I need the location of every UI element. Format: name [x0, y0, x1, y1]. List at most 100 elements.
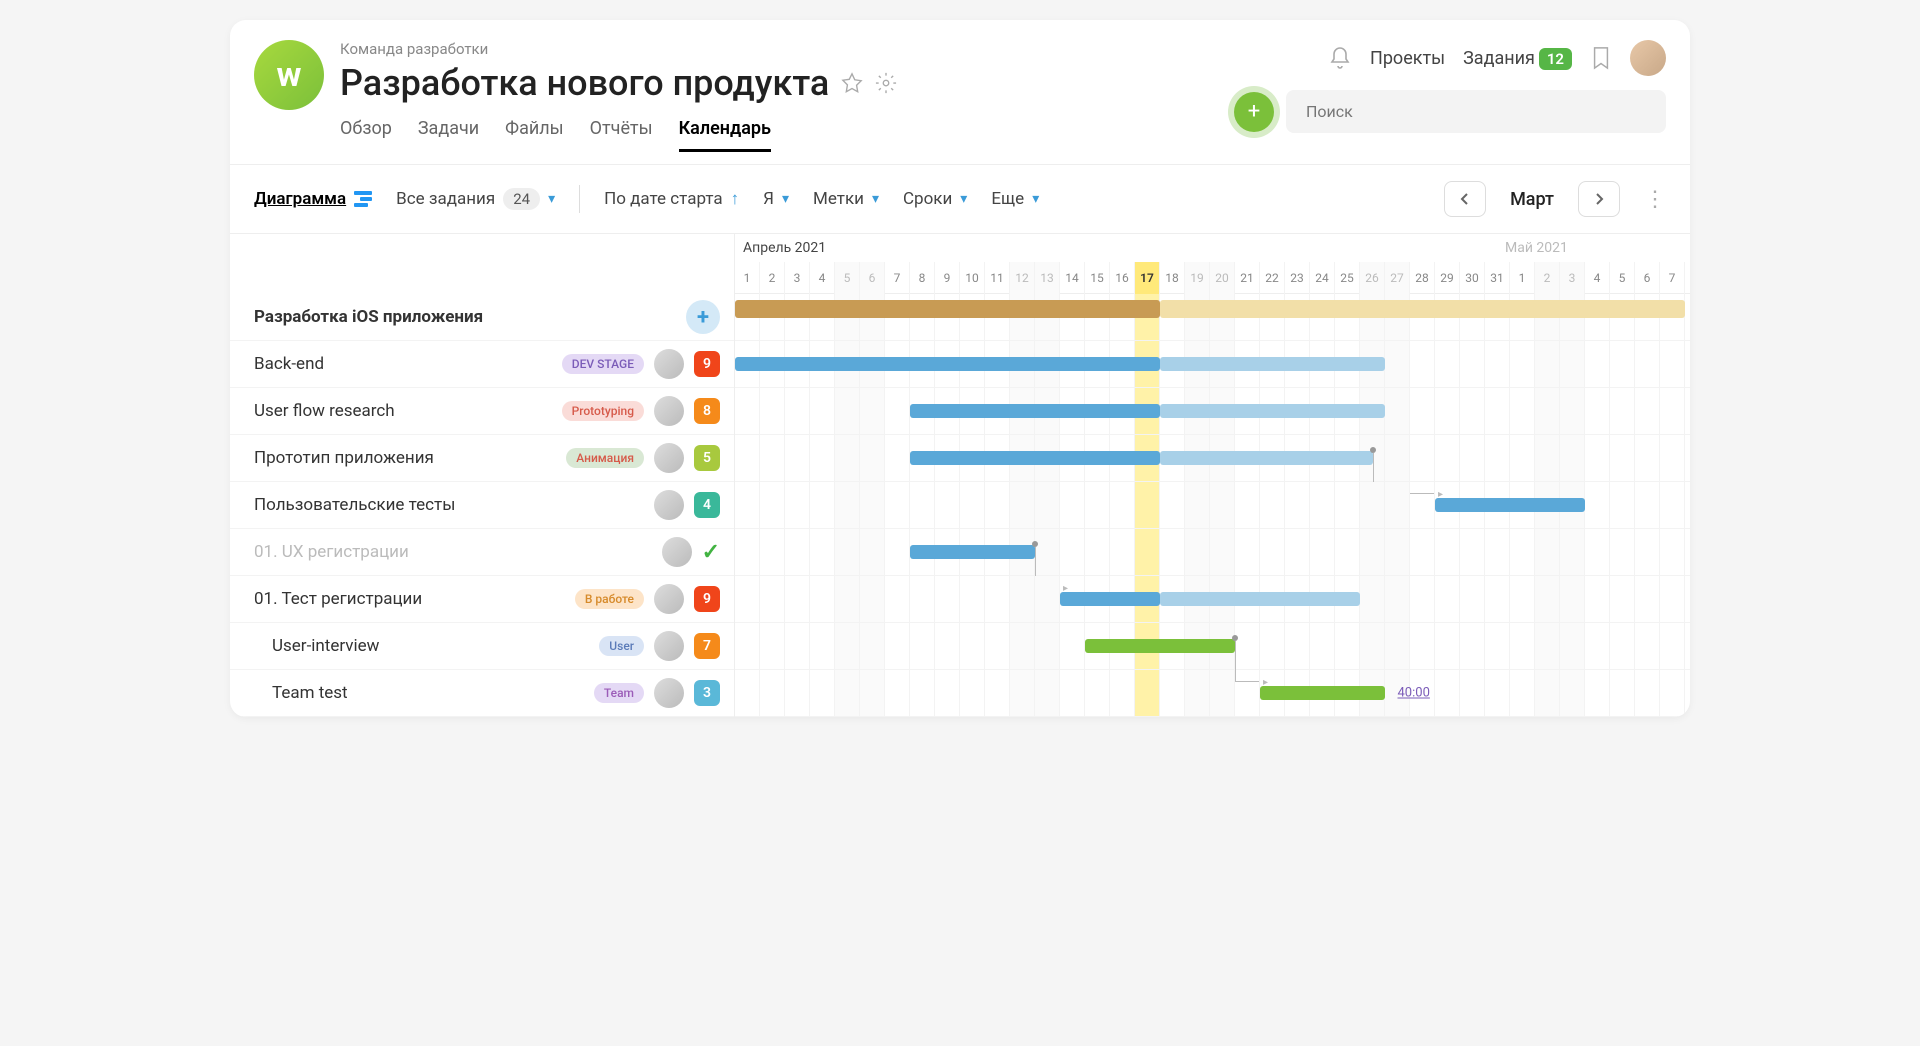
chevron-down-icon: ▾ — [960, 191, 967, 207]
task-row[interactable]: Back-endDEV STAGE9 — [230, 341, 734, 388]
search-input[interactable] — [1286, 90, 1666, 133]
task-bar[interactable] — [1085, 639, 1235, 653]
assignee-avatar[interactable] — [654, 490, 684, 520]
day-cell: 2 — [760, 262, 785, 294]
assignee-avatar[interactable] — [654, 584, 684, 614]
task-bar[interactable] — [910, 545, 1035, 559]
day-cell: 17 — [1135, 262, 1160, 294]
priority-badge: 3 — [694, 680, 720, 706]
task-row[interactable]: 01. UX регистрации✓ — [230, 529, 734, 576]
current-month: Март — [1510, 189, 1554, 210]
header: w Команда разработки Разработка нового п… — [230, 20, 1690, 152]
header-icons: Проекты Задания 12 — [1328, 40, 1666, 76]
user-avatar[interactable] — [1630, 40, 1666, 76]
task-list: Разработка iOS приложения+Back-endDEV ST… — [230, 234, 735, 717]
filter-me[interactable]: Я ▾ — [763, 189, 789, 209]
tab-0[interactable]: Обзор — [340, 118, 392, 152]
day-cell: 12 — [1010, 262, 1035, 294]
assignee-avatar[interactable] — [662, 537, 692, 567]
filter-more[interactable]: Еще ▾ — [991, 189, 1039, 209]
day-cell: 23 — [1285, 262, 1310, 294]
task-row[interactable]: Разработка iOS приложения+ — [230, 294, 734, 341]
next-month-button[interactable] — [1578, 181, 1620, 217]
task-bar[interactable] — [1060, 592, 1160, 606]
task-name: Team test — [272, 683, 584, 703]
assignee-avatar[interactable] — [654, 349, 684, 379]
day-cell: 27 — [1385, 262, 1410, 294]
day-cell: 21 — [1235, 262, 1260, 294]
assignee-avatar[interactable] — [654, 631, 684, 661]
day-cell: 1 — [1510, 262, 1535, 294]
task-tag: User — [599, 636, 644, 656]
day-cell: 31 — [1485, 262, 1510, 294]
day-cell: 11 — [985, 262, 1010, 294]
day-cell: 6 — [1635, 262, 1660, 294]
group-bar-remaining[interactable] — [1160, 300, 1685, 318]
page-title: Разработка нового продукта — [340, 62, 829, 104]
priority-badge: 8 — [694, 398, 720, 424]
task-bar[interactable] — [1160, 357, 1385, 371]
task-row[interactable]: User flow research Prototyping 8 — [230, 388, 734, 435]
chart-row — [735, 341, 1690, 388]
task-row[interactable]: User-interviewUser7 — [230, 623, 734, 670]
add-button[interactable]: + — [1234, 92, 1274, 132]
add-task-button[interactable]: + — [686, 300, 720, 334]
toolbar: Диаграмма Все задания 24 ▾ По дате старт… — [230, 164, 1690, 233]
chevron-down-icon: ▾ — [782, 191, 789, 207]
filter-all-tasks[interactable]: Все задания 24 ▾ — [396, 188, 555, 210]
task-row[interactable]: Прототип приложенияАнимация5 — [230, 435, 734, 482]
chart-row — [735, 576, 1690, 623]
priority-badge: 9 — [694, 351, 720, 377]
task-bar[interactable] — [1160, 404, 1385, 418]
tab-3[interactable]: Отчёты — [590, 118, 653, 152]
chart-row — [735, 294, 1690, 341]
task-row[interactable]: Team test Team 3 — [230, 670, 734, 717]
more-menu-icon[interactable]: ⋮ — [1644, 187, 1666, 212]
day-cell: 5 — [835, 262, 860, 294]
task-bar[interactable] — [735, 357, 1160, 371]
day-cell: 22 — [1260, 262, 1285, 294]
logo[interactable]: w — [254, 40, 324, 110]
chart-row — [735, 482, 1690, 529]
assignee-avatar[interactable] — [654, 678, 684, 708]
tab-1[interactable]: Задачи — [418, 118, 479, 152]
day-cell: 29 — [1435, 262, 1460, 294]
filter-deadlines[interactable]: Сроки ▾ — [903, 189, 967, 209]
task-row[interactable]: Пользовательские тесты4 — [230, 482, 734, 529]
bookmark-icon[interactable] — [1590, 45, 1612, 71]
timeline-header: Апрель 2021 Май 2021 1234567891011121314… — [735, 234, 1690, 294]
projects-link[interactable]: Проекты — [1370, 48, 1445, 69]
prev-month-button[interactable] — [1444, 181, 1486, 217]
task-bar[interactable] — [910, 451, 1160, 465]
task-bar[interactable] — [1435, 498, 1585, 512]
task-name: 01. Тест регистрации — [254, 589, 565, 609]
filter-labels[interactable]: Метки ▾ — [813, 189, 879, 209]
tab-4[interactable]: Календарь — [679, 118, 771, 152]
arrow-up-icon: ↑ — [731, 189, 740, 209]
task-row[interactable]: 01. Тест регистрацииВ работе9 — [230, 576, 734, 623]
task-name: Прототип приложения — [254, 448, 556, 468]
task-tag: Team — [594, 683, 644, 703]
title-row: Разработка нового продукта — [340, 62, 1218, 104]
task-bar[interactable] — [1160, 592, 1360, 606]
task-bar[interactable] — [910, 404, 1160, 418]
task-bar[interactable] — [1260, 686, 1385, 700]
chart-row — [735, 388, 1690, 435]
bell-icon[interactable] — [1328, 46, 1352, 70]
view-diagram[interactable]: Диаграмма — [254, 189, 372, 209]
group-bar[interactable] — [735, 300, 1160, 318]
tab-2[interactable]: Файлы — [505, 118, 563, 152]
star-icon[interactable] — [841, 72, 863, 94]
task-name: User flow research — [254, 401, 552, 421]
assignee-avatar[interactable] — [654, 396, 684, 426]
gear-icon[interactable] — [875, 72, 897, 94]
tasks-link[interactable]: Задания 12 — [1463, 48, 1572, 69]
assignee-avatar[interactable] — [654, 443, 684, 473]
day-cell: 25 — [1335, 262, 1360, 294]
sort-by[interactable]: По дате старта ↑ — [604, 189, 739, 209]
task-tag: Prototyping — [562, 401, 644, 421]
task-bar[interactable] — [1160, 451, 1373, 465]
breadcrumb[interactable]: Команда разработки — [340, 40, 1218, 58]
day-cell: 14 — [1060, 262, 1085, 294]
task-tag: Анимация — [566, 448, 644, 468]
